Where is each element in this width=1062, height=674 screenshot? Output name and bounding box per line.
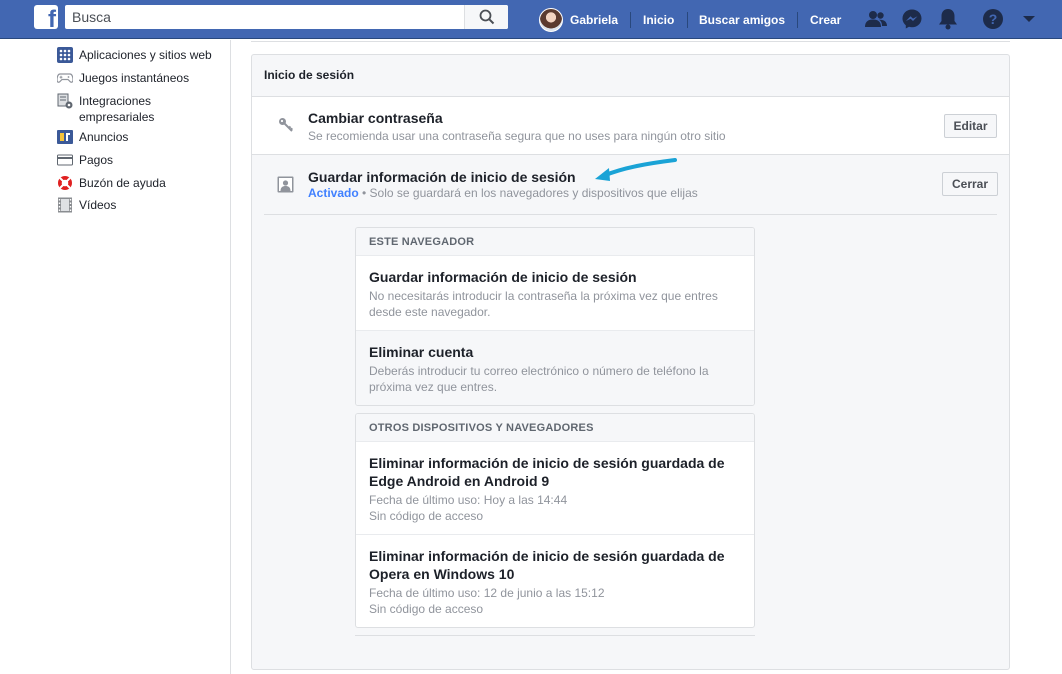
notifications-icon[interactable] (936, 7, 960, 31)
device-last-used: Fecha de último uso: 12 de junio a las 1… (369, 586, 605, 600)
gamepad-icon (57, 73, 73, 83)
facebook-logo-icon[interactable]: f (34, 5, 58, 29)
create-label: Crear (810, 12, 842, 27)
sidebar-item-label: Pagos (79, 153, 114, 167)
sidebar-item-ads[interactable]: Anuncios (57, 129, 219, 145)
sidebar-item-label: Integraciones empresariales (79, 94, 155, 124)
save-login-this-browser-item[interactable]: Guardar información de inicio de sesión … (356, 256, 754, 331)
create-link[interactable]: Crear (810, 0, 841, 39)
this-browser-card: ESTE NAVEGADOR Guardar información de in… (355, 227, 755, 406)
remove-account-title: Eliminar cuenta (369, 344, 474, 360)
find-friends-label: Buscar amigos (699, 12, 786, 27)
other-devices-card: OTROS DISPOSITIVOS Y NAVEGADORES Elimina… (355, 413, 755, 628)
messenger-icon[interactable] (900, 7, 924, 31)
login-settings-panel: Inicio de sesión Cambiar contraseña Se r… (251, 54, 1010, 670)
sidebar-item-payments[interactable]: Pagos (57, 152, 219, 168)
support-inbox-icon (58, 176, 72, 190)
sidebar-item-label: Aplicaciones y sitios web (79, 48, 212, 62)
save-login-this-browser-title: Guardar información de inicio de sesión (369, 269, 637, 285)
change-password-row[interactable]: Cambiar contraseña Se recomienda usar un… (252, 96, 1009, 155)
profile-link[interactable]: Gabriela (539, 0, 618, 39)
search-icon (479, 9, 494, 25)
payments-icon (57, 154, 73, 166)
sidebar-item-label: Vídeos (79, 198, 117, 212)
find-friends-link[interactable]: Buscar amigos (699, 0, 785, 39)
save-login-subtitle: Activado • Solo se guardará en los naveg… (308, 186, 698, 200)
device-passcode-status: Sin código de acceso (369, 602, 484, 616)
search-input[interactable] (65, 5, 465, 29)
remove-account-item[interactable]: Eliminar cuenta Deberás introducir tu co… (356, 331, 754, 405)
section-divider (264, 214, 997, 215)
previous-section-edge (251, 40, 1010, 42)
top-navigation-bar: f Gabriela Inicio Buscar amigos Crear ? (0, 0, 1062, 39)
account-menu-icon[interactable] (1017, 7, 1041, 31)
home-label: Inicio (643, 12, 675, 27)
save-login-status: Activado (308, 186, 359, 200)
this-browser-header: ESTE NAVEGADOR (356, 228, 754, 256)
saved-login-device-item[interactable]: Eliminar información de inicio de sesión… (356, 535, 754, 627)
sidebar-item-label: Juegos instantáneos (79, 71, 190, 85)
change-password-subtitle: Se recomienda usar una contraseña segura… (308, 129, 726, 143)
save-login-title: Guardar información de inicio de sesión (308, 169, 576, 185)
nav-separator (687, 12, 688, 28)
sidebar-item-instant-games[interactable]: Juegos instantáneos (57, 70, 219, 86)
friend-requests-icon[interactable] (864, 7, 888, 31)
close-save-login-button[interactable]: Cerrar (942, 172, 998, 196)
section-title: Inicio de sesión (264, 68, 355, 82)
svg-text:?: ? (989, 11, 998, 27)
search-button[interactable] (464, 5, 508, 29)
device-passcode-status: Sin código de acceso (369, 509, 484, 523)
key-icon (279, 118, 294, 132)
saved-login-device-title: Eliminar información de inicio de sesión… (369, 548, 725, 582)
help-icon[interactable]: ? (981, 7, 1005, 31)
sidebar-item-support-inbox[interactable]: Buzón de ayuda (57, 175, 219, 191)
videos-icon (58, 197, 72, 213)
settings-sidebar: Aplicaciones y sitios web Juegos instant… (0, 40, 231, 674)
nav-separator (630, 12, 631, 28)
save-login-description: • Solo se guardará en los navegadores y … (358, 186, 698, 200)
search-box (65, 5, 508, 29)
change-password-title: Cambiar contraseña (308, 110, 443, 126)
device-last-used: Fecha de último uso: Hoy a las 14:44 (369, 493, 568, 507)
saved-login-device-item[interactable]: Eliminar información de inicio de sesión… (356, 442, 754, 535)
edit-password-button[interactable]: Editar (944, 114, 997, 138)
annotation-arrow-icon (595, 158, 677, 181)
card-bottom-divider (355, 635, 755, 636)
home-link[interactable]: Inicio (643, 0, 674, 39)
profile-name: Gabriela (570, 12, 619, 27)
nav-separator (797, 12, 798, 28)
sidebar-item-business-integrations[interactable]: Integraciones empresariales (57, 93, 219, 125)
save-login-this-browser-desc: No necesitarás introducir la contraseña … (369, 289, 718, 319)
ads-icon (57, 130, 73, 144)
avatar (539, 7, 563, 32)
sidebar-item-label: Buzón de ayuda (79, 176, 166, 190)
business-integrations-icon (57, 93, 73, 109)
sidebar-item-apps[interactable]: Aplicaciones y sitios web (57, 47, 219, 63)
sidebar-item-videos[interactable]: Vídeos (57, 197, 219, 213)
other-devices-header: OTROS DISPOSITIVOS Y NAVEGADORES (356, 414, 754, 442)
remove-account-desc: Deberás introducir tu correo electrónico… (369, 364, 709, 394)
saved-login-device-title: Eliminar información de inicio de sesión… (369, 455, 725, 489)
sidebar-item-label: Anuncios (79, 130, 129, 144)
apps-icon (57, 47, 73, 63)
profile-card-icon (277, 176, 294, 193)
